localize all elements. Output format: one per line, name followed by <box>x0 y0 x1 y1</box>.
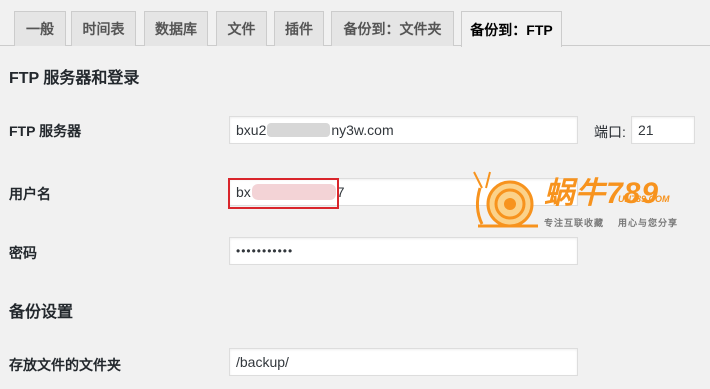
site-watermark: 蜗牛789 UN789.COM 专注互联收藏 用心与您分享 <box>468 168 698 230</box>
tab-files[interactable]: 文件 <box>216 11 267 46</box>
tab-database[interactable]: 数据库 <box>144 11 208 46</box>
watermark-brand: 蜗牛789 <box>544 177 660 210</box>
snail-logo-icon <box>473 171 538 228</box>
ftp-server-value-end: ny3w.com <box>331 122 394 138</box>
port-input[interactable]: 21 <box>631 116 695 144</box>
tab-backup-to-folder[interactable]: 备份到：文件夹 <box>331 11 454 46</box>
folder-label: 存放文件的文件夹 <box>9 357 121 373</box>
password-label: 密码 <box>9 245 37 261</box>
tab-general[interactable]: 一般 <box>14 11 66 46</box>
watermark-slogan-left: 专注互联收藏 <box>544 218 605 228</box>
ftp-server-label: FTP 服务器 <box>9 123 82 139</box>
settings-tab-bar: 一般 时间表 数据库 文件 插件 备份到：文件夹 备份到：FTP <box>0 0 710 47</box>
tab-backup-to-ftp[interactable]: 备份到：FTP <box>461 11 562 47</box>
username-label: 用户名 <box>9 186 51 202</box>
tab-schedule[interactable]: 时间表 <box>71 11 136 46</box>
ftp-section-title: FTP 服务器和登录 <box>9 70 140 87</box>
password-input[interactable]: ••••••••••• <box>229 237 578 265</box>
redacted-mask <box>267 123 331 137</box>
watermark-url: UN789.COM <box>618 194 670 204</box>
watermark-slogan-right: 用心与您分享 <box>618 218 679 228</box>
folder-input[interactable]: /backup/ <box>229 348 578 376</box>
ftp-server-input[interactable]: bxu2 ny3w.com <box>229 116 578 144</box>
tab-plugins[interactable]: 插件 <box>274 11 324 46</box>
username-highlight-box <box>228 178 339 209</box>
port-label: 端口: <box>594 124 626 140</box>
backup-settings-title: 备份设置 <box>9 304 74 321</box>
ftp-server-value-start: bxu2 <box>236 122 267 138</box>
